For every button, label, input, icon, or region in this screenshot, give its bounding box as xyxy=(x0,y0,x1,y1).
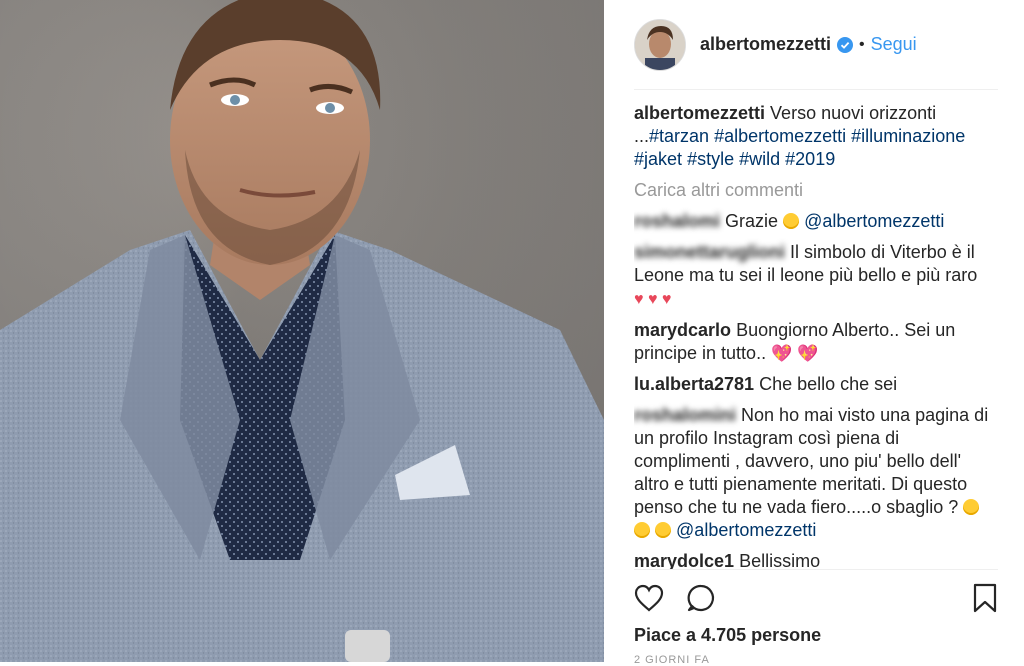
comment-username[interactable]: lu.alberta2781 xyxy=(634,374,754,394)
portrait-illustration xyxy=(0,0,604,662)
hashtag[interactable]: #tarzan xyxy=(649,126,709,146)
smile-emoji-icon xyxy=(963,499,980,515)
smile-emoji-icon xyxy=(655,522,672,538)
post-timestamp: 2 GIORNI FA xyxy=(634,654,710,666)
comment: simonettaruglioni Il simbolo di Viterbo … xyxy=(634,241,996,311)
comments-list: albertomezzetti Verso nuovi orizzonti ..… xyxy=(634,102,996,570)
comment: marydcarlo Buongiorno Alberto.. Sei un p… xyxy=(634,319,996,365)
post-sidebar: albertomezzetti • Segui albertomezzetti … xyxy=(604,0,1024,666)
action-bar xyxy=(634,569,998,626)
comment: roshalomi Grazie @albertomezzetti xyxy=(634,210,996,233)
comment: roshalomini Non ho mai visto una pagina … xyxy=(634,404,996,542)
hashtag[interactable]: #2019 xyxy=(785,149,835,169)
comment-username[interactable]: marydolce1 xyxy=(634,551,734,570)
comment-bubble-icon[interactable] xyxy=(686,583,716,613)
bookmark-icon[interactable] xyxy=(972,583,998,613)
comment-username[interactable]: roshalomini xyxy=(634,405,736,425)
comment-username[interactable]: simonettaruglioni xyxy=(634,242,785,262)
likes-count[interactable]: Piace a 4.705 persone xyxy=(634,625,821,646)
comment-text: Bellissimo xyxy=(739,551,821,570)
like-heart-icon[interactable] xyxy=(634,584,664,612)
heart-emoji-icon: ♥ ♥ ♥ xyxy=(634,291,672,308)
hashtag[interactable]: #albertomezzetti xyxy=(714,126,846,146)
load-more-comments[interactable]: Carica altri commenti xyxy=(634,179,996,202)
header-username[interactable]: albertomezzetti xyxy=(700,34,831,55)
mention-link[interactable]: @albertomezzetti xyxy=(804,211,944,231)
mention-link[interactable]: @albertomezzetti xyxy=(676,520,816,540)
post-photo[interactable] xyxy=(0,0,604,662)
avatar-image xyxy=(635,19,685,70)
follow-button[interactable]: Segui xyxy=(871,34,917,55)
sparkling-heart-emoji-icon: 💖 💖 xyxy=(771,344,819,363)
hashtag[interactable]: #wild xyxy=(739,149,780,169)
comment-text: Che bello che sei xyxy=(759,374,898,394)
comment-text: Grazie xyxy=(725,211,779,231)
comment: marydolce1 Bellissimo xyxy=(634,550,996,570)
comment: lu.alberta2781 Che bello che sei xyxy=(634,373,996,396)
hashtag[interactable]: #illuminazione xyxy=(851,126,965,146)
caption: albertomezzetti Verso nuovi orizzonti ..… xyxy=(634,102,996,171)
caption-username[interactable]: albertomezzetti xyxy=(634,103,765,123)
hashtag[interactable]: #jaket xyxy=(634,149,682,169)
comment-username[interactable]: marydcarlo xyxy=(634,320,731,340)
avatar[interactable] xyxy=(634,18,686,71)
smile-emoji-icon xyxy=(783,213,800,229)
verified-badge-icon xyxy=(837,36,854,53)
post-header: albertomezzetti • Segui xyxy=(634,0,998,90)
separator-dot: • xyxy=(859,35,865,53)
hashtag[interactable]: #style xyxy=(687,149,734,169)
comment-username[interactable]: roshalomi xyxy=(634,211,720,231)
smile-emoji-icon xyxy=(634,522,650,538)
